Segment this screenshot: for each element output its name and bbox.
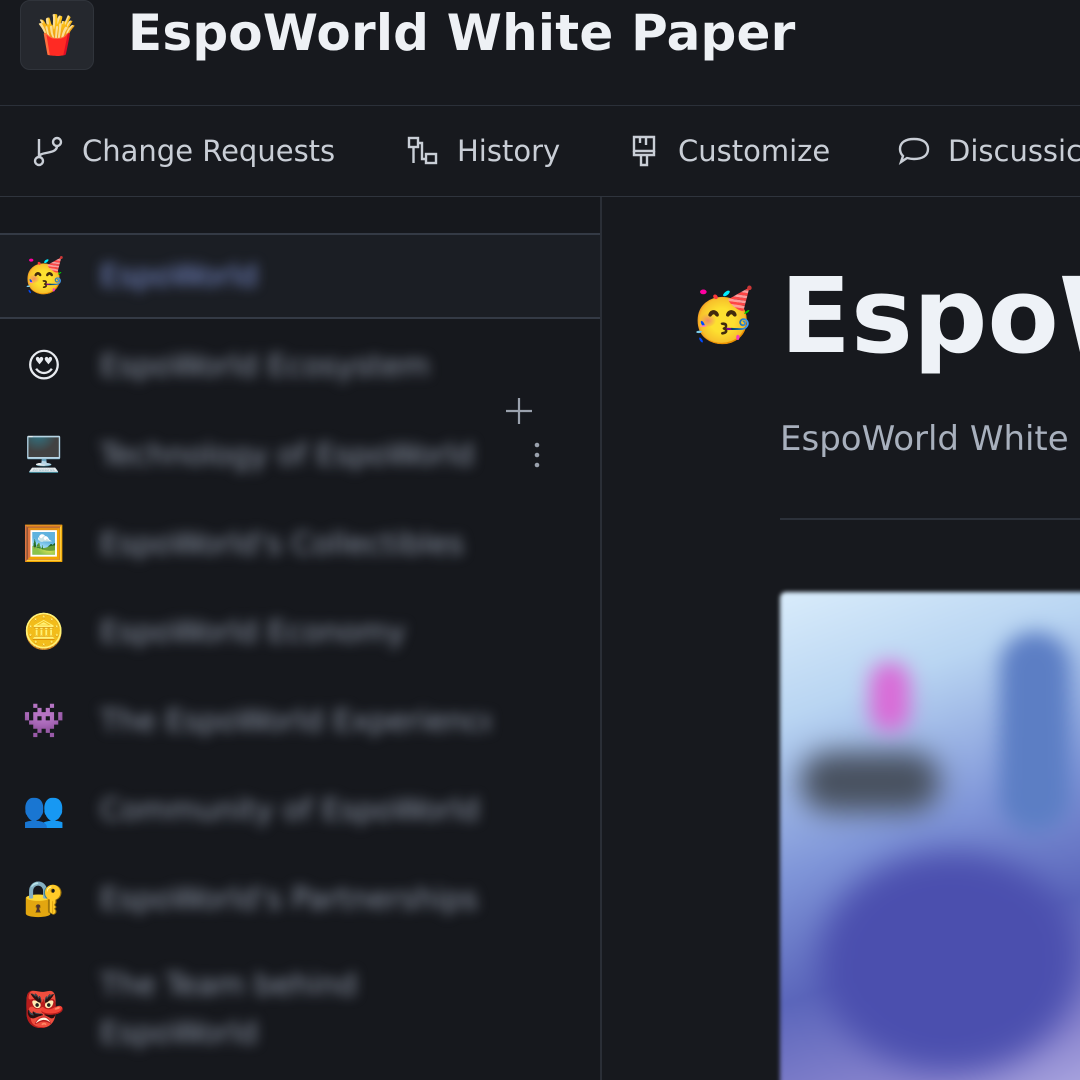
framed-picture-icon: 🖼️ xyxy=(22,524,66,564)
sidebar-item-label: EspoWorld's Partnerships xyxy=(100,881,479,917)
computer-icon: 🖥️ xyxy=(22,435,66,475)
page-subtitle: EspoWorld White F xyxy=(780,419,1080,459)
sidebar-item-community[interactable]: 👥 Community of EspoWorld xyxy=(0,767,600,853)
coin-icon: 🪙 xyxy=(22,612,66,652)
sidebar-item-label: Technology of EspoWorld xyxy=(100,437,474,473)
content-divider xyxy=(780,518,1080,520)
branch-icon xyxy=(33,136,63,167)
customize-label: Customize xyxy=(678,134,831,168)
sidebar-item-experience[interactable]: 👾 The EspoWorld Experience xyxy=(0,678,600,764)
more-options-button[interactable] xyxy=(524,440,550,470)
customize-button[interactable]: Customize xyxy=(626,106,830,196)
heart-eyes-icon: 😍 xyxy=(26,346,62,386)
cover-shape xyxy=(870,662,910,732)
space-logo[interactable]: 🍟 xyxy=(20,0,94,70)
sidebar-item-label: EspoWorld Economy xyxy=(100,614,406,650)
sidebar-item-label: The EspoWorld Experience xyxy=(100,703,490,739)
cover-shape xyxy=(1000,632,1070,832)
page-title: EspoW xyxy=(780,255,1080,377)
people-icon: 👥 xyxy=(22,790,66,830)
sidebar-item-collectibles[interactable]: 🖼️ EspoWorld's Collectibles xyxy=(0,501,600,587)
history-icon xyxy=(407,136,438,165)
cover-shape xyxy=(800,752,940,812)
party-face-icon[interactable]: 🥳 xyxy=(690,285,755,346)
history-label: History xyxy=(457,134,561,168)
plus-icon xyxy=(506,398,532,424)
brush-icon xyxy=(632,135,656,167)
main-content: 🥳 EspoW EspoWorld White F xyxy=(602,197,1080,1080)
sidebar-item-label: Community of EspoWorld xyxy=(100,792,480,828)
discussions-button[interactable]: Discussic xyxy=(896,106,1080,196)
cover-image[interactable] xyxy=(780,592,1080,1080)
cover-shape xyxy=(820,852,1080,1072)
sidebar-item-economy[interactable]: 🪙 EspoWorld Economy xyxy=(0,589,600,675)
party-face-icon: 🥳 xyxy=(22,256,66,296)
fries-icon: 🍟 xyxy=(33,12,81,57)
add-page-button[interactable] xyxy=(500,392,538,430)
sidebar-item-label: EspoWorld's Collectibles xyxy=(100,526,464,562)
sidebar-item-team[interactable]: 👺 The Team behind EspoWorld xyxy=(0,945,600,1075)
sidebar-item-partnerships[interactable]: 🔐 EspoWorld's Partnerships xyxy=(0,856,600,942)
sidebar-item-label: EspoWorld xyxy=(100,258,258,294)
discussions-label: Discussic xyxy=(948,134,1080,168)
toolbar: Change Requests History Customize Discus… xyxy=(0,106,1080,197)
chat-bubble-icon xyxy=(898,137,930,165)
sidebar: 🥳 EspoWorld 😍 EspoWorld Ecosystem 🖥️ Tec… xyxy=(0,197,602,1080)
change-requests-label: Change Requests xyxy=(82,134,336,168)
history-button[interactable]: History xyxy=(405,106,560,196)
sidebar-item-espoworld[interactable]: 🥳 EspoWorld xyxy=(0,233,600,319)
more-vertical-icon xyxy=(534,442,540,468)
app-window: 🍟 EspoWorld White Paper Change Requests … xyxy=(0,0,1080,1080)
goblin-mask-icon: 👺 xyxy=(22,990,66,1030)
space-title: EspoWorld White Paper xyxy=(128,4,796,62)
lock-key-icon: 🔐 xyxy=(22,879,66,919)
change-requests-button[interactable]: Change Requests xyxy=(30,106,335,196)
sidebar-item-label: EspoWorld Ecosystem xyxy=(100,348,430,384)
header: 🍟 EspoWorld White Paper xyxy=(0,0,1080,106)
space-invader-icon: 👾 xyxy=(22,701,66,741)
sidebar-item-label: The Team behind EspoWorld xyxy=(100,968,358,1051)
